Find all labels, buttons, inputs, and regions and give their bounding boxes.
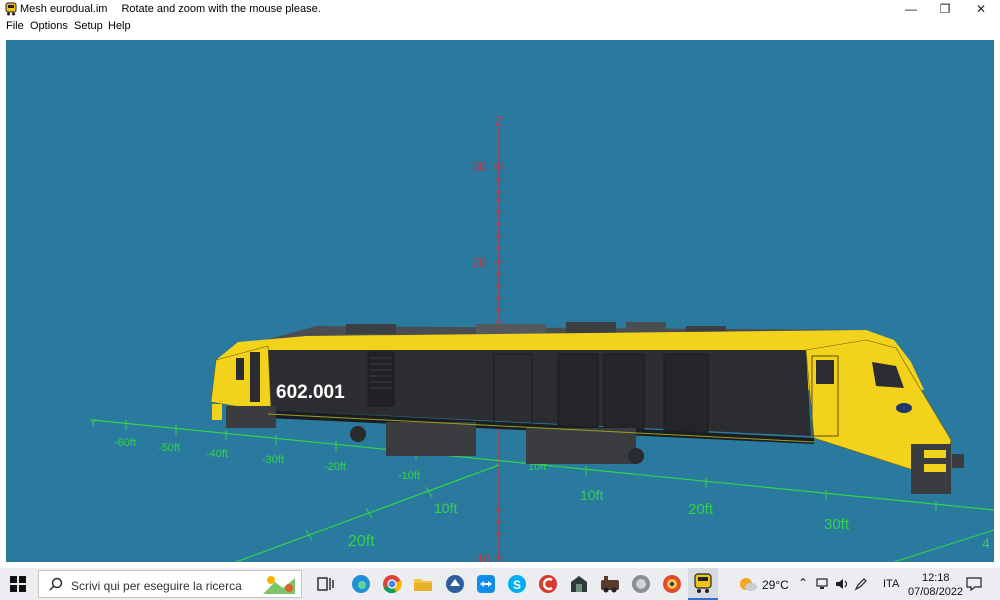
- language-indicator[interactable]: ITA: [883, 578, 899, 590]
- minimize-button[interactable]: —: [894, 0, 928, 18]
- x-tick-20: 20ft: [348, 533, 375, 550]
- skype-icon[interactable]: S: [505, 572, 529, 596]
- tray-chevron-up-icon[interactable]: ⌃: [798, 576, 808, 590]
- chrome-browser-icon[interactable]: [380, 572, 404, 596]
- close-button[interactable]: ✕: [964, 0, 998, 18]
- window-title-name: Mesh eurodual.im: [20, 3, 108, 15]
- edge-browser-icon[interactable]: [349, 572, 373, 596]
- taskbar: Scrivi qui per eseguire la ricerca S 29°…: [0, 568, 1000, 600]
- notification-icon[interactable]: [966, 577, 982, 591]
- y-tick-minus60: -60ft: [114, 437, 136, 449]
- active-app-tile[interactable]: [688, 568, 718, 600]
- vpn-app-icon[interactable]: [443, 572, 467, 596]
- pen-workspace-icon[interactable]: [854, 577, 868, 591]
- z-tick-30: 30: [472, 159, 486, 174]
- restore-button[interactable]: ❐: [928, 0, 962, 18]
- game-app-icon-c[interactable]: [629, 572, 653, 596]
- game-app-icon-b[interactable]: [598, 572, 622, 596]
- mesh-scene[interactable]: Z 30 20 -10 Y -60ft -50ft -40ft -30ft -2…: [6, 40, 994, 562]
- clock-date[interactable]: 07/08/2022: [908, 586, 963, 598]
- game-app-icon-a[interactable]: [567, 572, 591, 596]
- search-highlight-icon: [263, 576, 295, 594]
- x2-tick-10: 10ft: [580, 487, 603, 503]
- z-tick-20: 20: [472, 255, 486, 270]
- locomotive-number: 602.001: [276, 382, 345, 403]
- task-view-icon[interactable]: [313, 572, 337, 596]
- weather-sun-icon[interactable]: [738, 575, 758, 593]
- menu-file[interactable]: File: [6, 20, 24, 32]
- weather-temperature[interactable]: 29°C: [762, 578, 789, 592]
- teamviewer-icon[interactable]: [474, 572, 498, 596]
- window-title-hint: Rotate and zoom with the mouse please.: [121, 3, 321, 15]
- y-tick-minus40: -40ft: [206, 448, 228, 460]
- window-title: Mesh eurodual.im Rotate and zoom with the…: [20, 3, 321, 15]
- y-tick-minus30: -30ft: [262, 454, 284, 466]
- x-axis: 10ft 20ft 10ft 20ft 30ft 4: [235, 464, 994, 562]
- ccleaner-icon[interactable]: [536, 572, 560, 596]
- y-tick-minus10: -10ft: [398, 470, 420, 482]
- z-tick-minus10: -10: [473, 552, 491, 562]
- network-icon[interactable]: [816, 578, 830, 590]
- menu-options[interactable]: Options: [30, 20, 68, 32]
- train-viewer-app-icon: [694, 573, 712, 593]
- locomotive-side-panel: [268, 350, 811, 436]
- edge-label: 4: [982, 535, 990, 551]
- search-placeholder: Scrivi qui per eseguire la ricerca: [71, 579, 242, 593]
- clock-time[interactable]: 12:18: [922, 572, 950, 584]
- menu-setup[interactable]: Setup: [74, 20, 103, 32]
- mesh-viewport[interactable]: Z 30 20 -10 Y -60ft -50ft -40ft -30ft -2…: [6, 40, 994, 562]
- y-axis-label: Y: [90, 418, 97, 429]
- train-app-icon: [5, 2, 17, 16]
- title-bar: Mesh eurodual.im Rotate and zoom with the…: [0, 0, 1000, 18]
- z-axis-label: Z: [495, 114, 503, 129]
- volume-icon[interactable]: [835, 578, 849, 590]
- y-tick-minus50: -50ft: [158, 442, 180, 454]
- x2-tick-20: 20ft: [688, 501, 714, 518]
- game-app-icon-d[interactable]: [660, 572, 684, 596]
- menu-help[interactable]: Help: [108, 20, 131, 32]
- taskbar-search-box[interactable]: Scrivi qui per eseguire la ricerca: [38, 570, 302, 598]
- windows-start-icon[interactable]: [10, 576, 26, 592]
- x-tick-10: 10ft: [434, 500, 457, 516]
- y-tick-minus20: -20ft: [324, 461, 346, 473]
- x2-tick-30: 30ft: [824, 516, 850, 533]
- file-explorer-icon[interactable]: [411, 572, 435, 596]
- svg-text:S: S: [513, 578, 521, 592]
- search-icon: [49, 577, 63, 591]
- menu-bar: File Options Setup Help: [0, 18, 1000, 34]
